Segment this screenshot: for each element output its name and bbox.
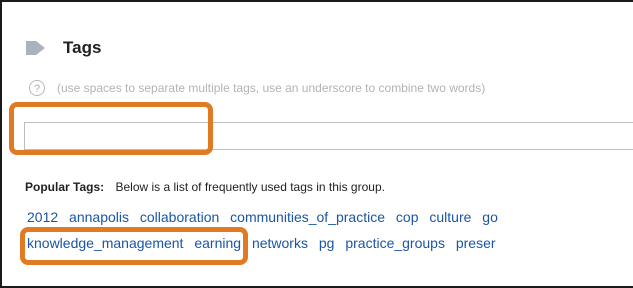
input-highlight-callout: [9, 102, 213, 155]
tag-link[interactable]: preser: [456, 235, 496, 251]
section-title: Tags: [63, 38, 102, 57]
tag-link[interactable]: culture: [429, 209, 471, 225]
tags-header: Tags: [25, 38, 101, 58]
tag-link[interactable]: cop: [396, 209, 419, 225]
tag-link[interactable]: go: [482, 209, 498, 225]
tag-link[interactable]: collaboration: [140, 209, 219, 225]
tag-link[interactable]: networks: [252, 235, 308, 251]
popular-tags-label: Popular Tags:: [25, 180, 105, 194]
popular-tags-row-1: 2012 annapolis collaboration communities…: [27, 209, 505, 225]
help-icon[interactable]: ?: [29, 80, 45, 96]
help-text: (use spaces to separate multiple tags, u…: [57, 81, 486, 95]
tag-icon: [26, 41, 45, 55]
tag-link[interactable]: practice_groups: [345, 235, 445, 251]
tag-link[interactable]: annapolis: [69, 209, 129, 225]
tag-highlight-callout: [20, 227, 248, 265]
popular-tags-intro: Popular Tags: Below is a list of frequen…: [25, 180, 385, 194]
tag-link[interactable]: communities_of_practice: [230, 209, 385, 225]
help-row: ? (use spaces to separate multiple tags,…: [29, 80, 485, 96]
tag-link[interactable]: pg: [319, 235, 335, 251]
tag-link[interactable]: 2012: [27, 209, 58, 225]
popular-tags-description: Below is a list of frequently used tags …: [115, 180, 385, 194]
